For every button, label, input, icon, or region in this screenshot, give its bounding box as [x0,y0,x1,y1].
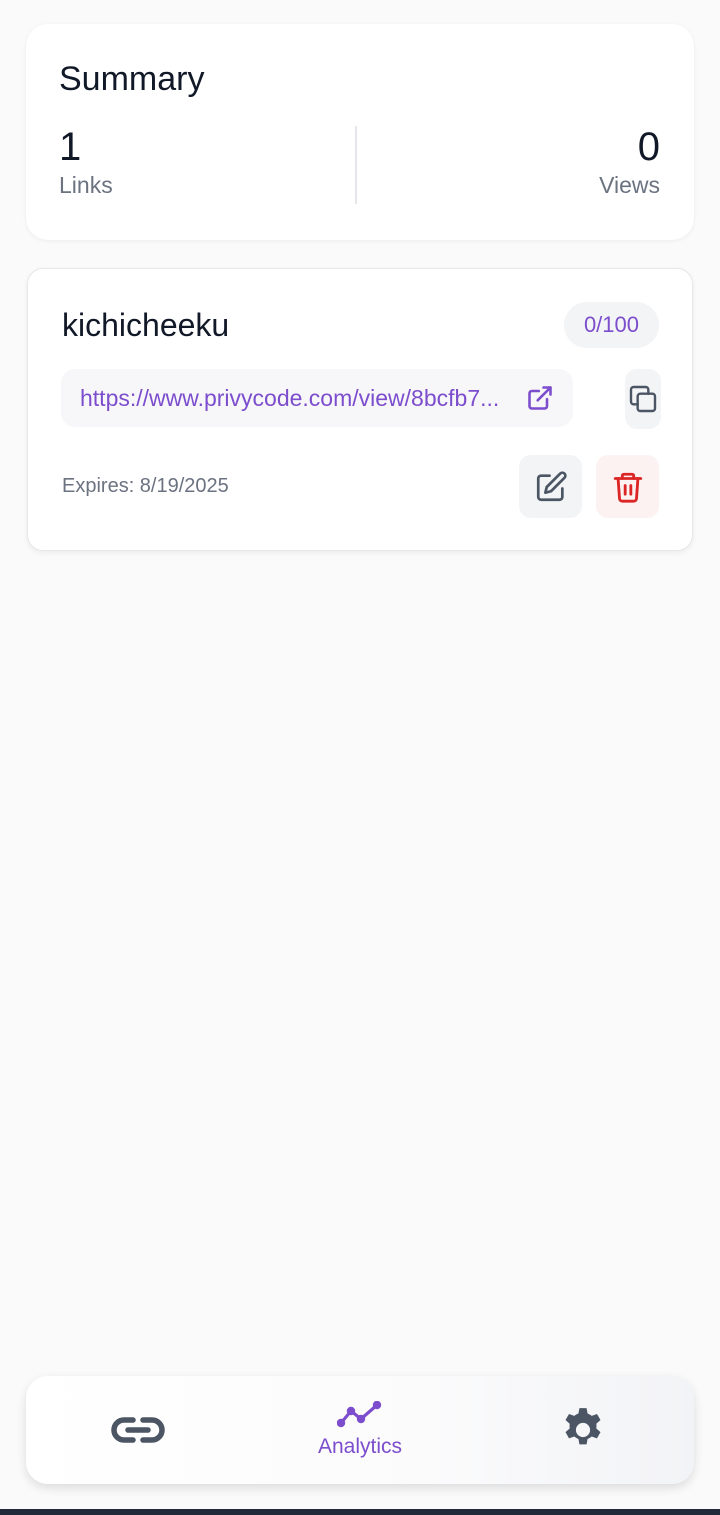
link-url[interactable]: https://www.privycode.com/view/8bcfb7... [61,369,573,427]
system-nav-bar [0,1509,720,1515]
summary-card: Summary 1 Links 0 Views [26,24,694,240]
views-stat: 0 Views [599,124,660,199]
bottom-nav: Analytics [26,1376,694,1484]
stat-divider [355,126,357,204]
expiry-date: Expires: 8/19/2025 [62,475,229,497]
views-label: Views [599,172,660,198]
edit-button[interactable] [519,455,582,518]
link-icon [111,1414,165,1446]
summary-title: Summary [59,60,205,98]
views-badge: 0/100 [563,302,659,348]
links-label: Links [59,172,113,198]
gear-icon [558,1405,608,1455]
app-page: Summary 1 Links 0 Views kichicheeku 0/10… [0,0,720,1515]
analytics-icon [337,1401,383,1429]
nav-analytics-label: Analytics [317,1435,403,1458]
nav-links-tab[interactable] [86,1376,190,1484]
delete-button[interactable] [596,455,659,518]
link-url-text[interactable]: https://www.privycode.com/view/8bcfb7... [80,385,520,412]
link-name: kichicheeku [62,307,230,343]
nav-settings-tab[interactable] [531,1376,635,1484]
copy-button[interactable] [625,369,661,429]
external-link-icon[interactable] [526,384,554,412]
trash-icon [611,470,645,504]
links-count: 1 [59,125,82,169]
views-count: 0 [637,125,660,169]
links-stat: 1 Links [59,124,113,199]
edit-icon [534,470,568,504]
copy-icon [627,383,659,415]
nav-analytics-tab[interactable]: Analytics [290,1376,430,1484]
link-card: kichicheeku 0/100 https://www.privycode.… [27,268,693,551]
